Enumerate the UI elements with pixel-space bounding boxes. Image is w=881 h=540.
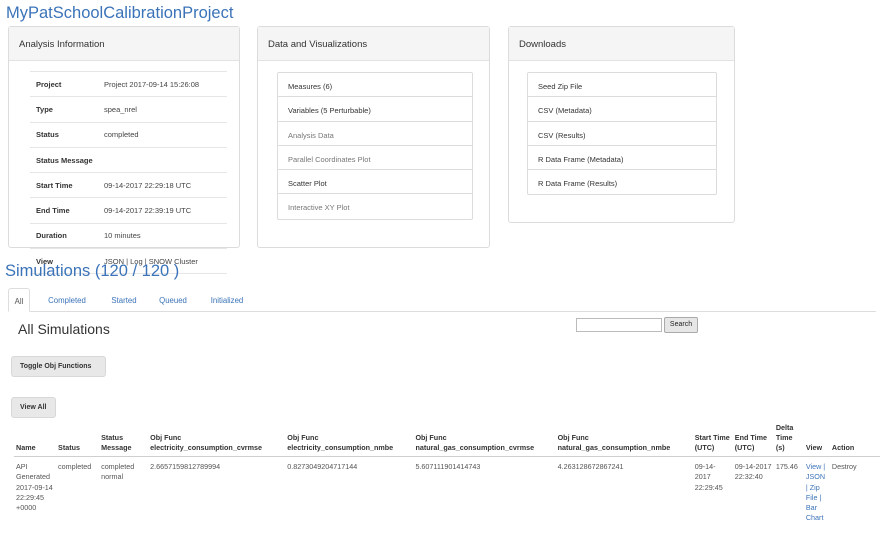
analysis-row-start-time: Start Time 09-14-2017 22:29:18 UTC xyxy=(30,172,227,198)
analysis-value: 09-14-2017 22:29:18 UTC xyxy=(98,172,227,198)
download-item-r-data-frame-results[interactable]: R Data Frame (Results) xyxy=(528,170,716,194)
analysis-information-panel: Analysis Information Project Project 2017… xyxy=(8,26,240,275)
cell-elec-nmbe: 0.8273049204717144 xyxy=(287,462,358,471)
column-header-obj-func-natural-gas-consumption-nmbe[interactable]: Obj Func natural_gas_consumption_nmbe xyxy=(555,423,693,457)
cell-delta: 175.46 xyxy=(775,462,798,471)
analysis-value: 09-14-2017 22:39:19 UTC xyxy=(98,197,227,224)
cell-end: 09-14-2017 22:32:40 xyxy=(734,462,772,482)
simulation-tabs: All Completed Started Queued Initialized xyxy=(8,288,876,312)
data-visualizations-panel: Data and Visualizations Measures (6) Vari… xyxy=(257,26,490,248)
cell-start: 09-14-2017 22:29:45 xyxy=(694,462,723,492)
tab-all[interactable]: All xyxy=(8,288,30,312)
column-header-delta-time-s[interactable]: Delta Time (s) xyxy=(773,423,804,457)
analysis-panel-title: Analysis Information xyxy=(9,27,239,61)
analysis-key: End Time xyxy=(30,197,98,224)
project-title[interactable]: MyPatSchoolCalibrationProject xyxy=(6,4,233,23)
column-header-obj-func-natural-gas-consumption-cvrmse[interactable]: Obj Func natural_gas_consumption_cvrmse xyxy=(413,423,556,457)
analysis-key: Status Message xyxy=(30,146,98,173)
column-header-obj-func-electricity-consumption-nmbe[interactable]: Obj Func electricity_consumption_nmbe xyxy=(285,423,414,457)
analysis-row-project: Project Project 2017-09-14 15:26:08 xyxy=(30,70,227,97)
analysis-value xyxy=(98,146,227,173)
data-item-analysis-data[interactable]: Analysis Data xyxy=(278,122,472,146)
analysis-info-table: Project Project 2017-09-14 15:26:08 Type sp… xyxy=(30,70,227,275)
download-item-csv-results[interactable]: CSV (Results) xyxy=(528,122,716,146)
analysis-row-end-time: End Time 09-14-2017 22:39:19 UTC xyxy=(30,197,227,224)
cell-elec-cvrmse: 2.6657159812789994 xyxy=(150,462,221,471)
data-visualizations-list: Measures (6) Variables (5 Perturbable) Ana… xyxy=(277,72,473,220)
analysis-value: Project 2017-09-14 15:26:08 xyxy=(98,70,227,97)
downloads-panel: Downloads Seed Zip File CSV (Metadata) CSV… xyxy=(508,26,735,223)
column-header-status-message[interactable]: Status Message xyxy=(99,423,149,457)
downloads-list: Seed Zip File CSV (Metadata) CSV (Results)… xyxy=(527,72,717,196)
data-item-variables-5-perturbable[interactable]: Variables (5 Perturbable) xyxy=(278,97,472,122)
analysis-key: Status xyxy=(30,121,98,148)
analysis-key: Project xyxy=(30,70,98,97)
data-panel-title: Data and Visualizations xyxy=(258,27,489,61)
analysis-row-status: Status completed xyxy=(30,121,227,148)
cell-name: API Generated 2017-09-14 22:29:45 +0000 xyxy=(16,462,53,513)
column-header-action[interactable]: Action xyxy=(829,423,880,457)
column-header-name[interactable]: Name xyxy=(14,423,57,457)
column-header-obj-func-electricity-consumption-cvrmse[interactable]: Obj Func electricity_consumption_cvrmse xyxy=(148,423,286,457)
downloads-panel-title: Downloads xyxy=(509,27,734,61)
download-item-seed-zip-file[interactable]: Seed Zip File xyxy=(528,73,716,98)
tab-initialized[interactable]: Initialized xyxy=(202,288,252,312)
analysis-value: spea_nrel xyxy=(98,96,227,123)
tab-completed[interactable]: Completed xyxy=(37,288,97,312)
all-simulations-heading: All Simulations xyxy=(18,321,110,337)
analysis-row-status-message: Status Message xyxy=(30,146,227,173)
search-input[interactable] xyxy=(576,318,662,332)
search-button[interactable]: Search xyxy=(664,317,698,333)
column-header-status[interactable]: Status xyxy=(56,423,100,457)
simulations-title: Simulations (120 / 120 ) xyxy=(5,262,180,280)
analysis-key: Start Time xyxy=(30,172,98,198)
column-header-end-time-utc[interactable]: End Time (UTC) xyxy=(732,423,774,457)
data-item-parallel-coordinates-plot[interactable]: Parallel Coordinates Plot xyxy=(278,146,472,171)
data-item-measures-6[interactable]: Measures (6) xyxy=(278,73,472,98)
toggle-obj-functions-button[interactable]: Toggle Obj Functions xyxy=(11,356,106,377)
analysis-row-duration: Duration 10 minutes xyxy=(30,222,227,249)
column-header-start-time-utc[interactable]: Start Time (UTC) xyxy=(692,423,733,457)
cell-status-message: completed normal xyxy=(101,462,135,482)
tab-queued[interactable]: Queued xyxy=(152,288,194,312)
cell-gas-nmbe: 4.263128672867241 xyxy=(557,462,624,471)
data-item-scatter-plot[interactable]: Scatter Plot xyxy=(278,170,472,195)
cell-status: completed xyxy=(58,462,92,471)
view-all-button[interactable]: View All xyxy=(11,397,56,418)
cell-view[interactable]: View | JSON | Zip File | Bar Chart xyxy=(804,457,830,524)
cell-gas-cvrmse: 5.607111901414743 xyxy=(415,462,481,471)
analysis-value: completed xyxy=(98,121,227,148)
column-header-view[interactable]: View xyxy=(803,423,830,457)
analysis-key: Duration xyxy=(30,222,98,249)
download-item-r-data-frame-metadata[interactable]: R Data Frame (Metadata) xyxy=(528,146,716,171)
table-row: API Generated 2017-09-14 22:29:45 +0000 c… xyxy=(14,457,880,524)
data-item-interactive-xy-plot[interactable]: Interactive XY Plot xyxy=(278,194,472,218)
analysis-value: 10 minutes xyxy=(98,222,227,249)
tab-started[interactable]: Started xyxy=(104,288,144,312)
simulations-table: Name Status Status Message Obj Func electri… xyxy=(14,423,880,524)
analysis-row-type: Type spea_nrel xyxy=(30,96,227,123)
cell-action[interactable]: Destroy xyxy=(830,457,880,524)
analysis-key: Type xyxy=(30,96,98,123)
download-item-csv-metadata[interactable]: CSV (Metadata) xyxy=(528,97,716,122)
